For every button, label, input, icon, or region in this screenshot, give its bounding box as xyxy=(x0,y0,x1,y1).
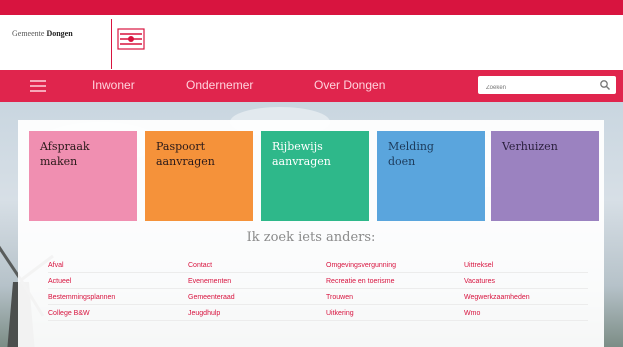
link-wmo[interactable]: Wmo xyxy=(464,310,480,317)
tile-label: Afspraak maken xyxy=(40,140,90,168)
services-panel: Afspraak maken Paspoort aanvragen Rijbewij… xyxy=(18,120,604,347)
link-contact[interactable]: Contact xyxy=(188,262,212,269)
link-divider xyxy=(48,288,588,289)
link-recreatie[interactable]: Recreatie en toerisme xyxy=(326,278,394,285)
link-evenementen[interactable]: Evenementen xyxy=(188,278,231,285)
link-vacatures[interactable]: Vacatures xyxy=(464,278,495,285)
site-logo[interactable]: Gemeente Dongen xyxy=(12,29,73,38)
site-header: Gemeente Dongen xyxy=(0,15,623,70)
link-actueel[interactable]: Actueel xyxy=(48,278,71,285)
link-jeugdhulp[interactable]: Jeugdhulp xyxy=(188,310,220,317)
tile-label: Verhuizen xyxy=(502,140,558,153)
search-box xyxy=(478,76,616,97)
link-college[interactable]: College B&W xyxy=(48,310,90,317)
logo-prefix: Gemeente xyxy=(12,29,45,38)
tile-label: Paspoort aanvragen xyxy=(156,140,215,168)
section-heading: Ik zoek iets anders: xyxy=(246,230,376,245)
tile-verhuizen[interactable]: Verhuizen xyxy=(491,131,599,221)
link-omgevingsvergunning[interactable]: Omgevingsvergunning xyxy=(326,262,396,269)
tile-rijbewijs-aanvragen[interactable]: Rijbewijs aanvragen xyxy=(261,131,369,221)
link-bestemmingsplannen[interactable]: Bestemmingsplannen xyxy=(48,294,115,301)
link-divider xyxy=(48,304,588,305)
tile-melding-doen[interactable]: Melding doen xyxy=(377,131,485,221)
link-divider xyxy=(48,272,588,273)
tile-paspoort-aanvragen[interactable]: Paspoort aanvragen xyxy=(145,131,253,221)
link-wegwerkzaamheden[interactable]: Wegwerkzaamheden xyxy=(464,294,530,301)
tile-label: Rijbewijs aanvragen xyxy=(272,140,331,168)
top-brand-strip xyxy=(0,0,623,15)
tile-afspraak-maken[interactable]: Afspraak maken xyxy=(29,131,137,221)
nav-item-over-dongen[interactable]: Over Dongen xyxy=(314,78,385,92)
main-navigation: Inwoner Ondernemer Over Dongen xyxy=(0,70,623,102)
menu-icon[interactable] xyxy=(30,80,46,92)
link-uittreksel[interactable]: Uittreksel xyxy=(464,262,493,269)
link-divider xyxy=(48,320,588,321)
link-afval[interactable]: Afval xyxy=(48,262,64,269)
link-trouwen[interactable]: Trouwen xyxy=(326,294,353,301)
search-icon[interactable] xyxy=(599,79,611,91)
logo-divider xyxy=(111,19,112,69)
tile-label: Melding doen xyxy=(388,140,434,168)
link-uitkering[interactable]: Uitkering xyxy=(326,310,354,317)
crest-icon xyxy=(117,28,145,50)
search-input[interactable] xyxy=(484,79,596,97)
nav-item-ondernemer[interactable]: Ondernemer xyxy=(186,78,253,92)
link-gemeenteraad[interactable]: Gemeenteraad xyxy=(188,294,235,301)
logo-name: Dongen xyxy=(46,29,73,38)
nav-item-inwoner[interactable]: Inwoner xyxy=(92,78,135,92)
